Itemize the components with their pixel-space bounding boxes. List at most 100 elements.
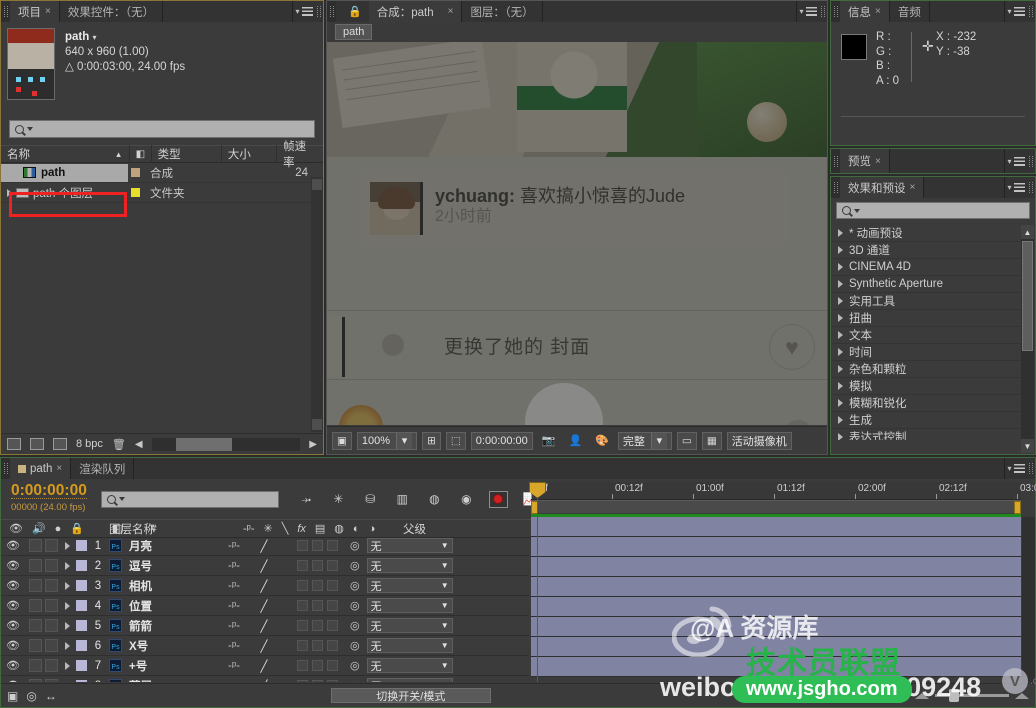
switch-box-2[interactable] [312, 540, 323, 551]
timeline-layer-row[interactable]: 👁5Ps箭箭-ᵖ-╱◎无▼ [1, 616, 529, 636]
parent-select[interactable]: 无▼ [367, 638, 453, 653]
preview-panel-menu-button[interactable]: ▾ [1005, 149, 1027, 173]
switch-box-3[interactable] [327, 540, 338, 551]
project-panel-menu-button[interactable]: ▾ [293, 1, 315, 22]
switch-box-2[interactable] [312, 620, 323, 631]
parent-pickwhip-icon[interactable]: ◎ [350, 579, 360, 592]
layer-duration-bar[interactable] [531, 517, 1021, 536]
layer-label-swatch[interactable] [76, 560, 87, 571]
shy-switch[interactable]: -ᵖ- [221, 620, 247, 632]
current-time-indicator[interactable] [537, 482, 538, 682]
new-comp-icon[interactable] [7, 438, 21, 450]
panel-grip-icon[interactable] [831, 149, 840, 173]
eye-icon[interactable]: 👁 [9, 522, 23, 535]
eye-icon[interactable]: 👁 [1, 579, 25, 592]
parent-pickwhip-icon[interactable]: ◎ [350, 599, 360, 612]
quality-switch[interactable]: ╱ [247, 639, 281, 653]
show-snapshot-icon[interactable]: 👤 [565, 432, 587, 450]
column-header-type[interactable]: 类型 [152, 145, 222, 163]
frame-blending-icon[interactable]: ▥ [393, 491, 412, 508]
panel-grip-icon[interactable] [831, 1, 840, 22]
layer-duration-bar[interactable] [531, 537, 1021, 556]
solo-toggle[interactable] [45, 579, 58, 592]
solo-toggle[interactable] [45, 539, 58, 552]
comp-flowchart-icon[interactable]: ◎ [26, 689, 36, 703]
eye-icon[interactable]: 👁 [1, 639, 25, 652]
effects-category-item[interactable]: 文本 [832, 327, 1021, 344]
timeline-layer-row[interactable]: 👁6PsX号-ᵖ-╱◎无▼ [1, 636, 529, 656]
timeline-work-area-bar[interactable] [531, 500, 1021, 513]
timeline-track-area[interactable] [531, 517, 1021, 682]
eye-icon[interactable]: 👁 [1, 679, 25, 682]
solo-icon[interactable]: ● [55, 523, 62, 535]
parent-pickwhip-icon[interactable]: ◎ [350, 539, 360, 552]
column-header-label-icon[interactable]: ◧ [130, 145, 152, 163]
timeline-ruler[interactable]: 00f00:12f01:00f01:12f02:00f02:12f03:0 [531, 482, 1021, 500]
chevron-right-icon[interactable] [65, 602, 70, 610]
column-header-size[interactable]: 大小 [222, 145, 277, 163]
new-footage-icon[interactable] [53, 438, 67, 450]
switch-box-2[interactable] [312, 600, 323, 611]
tab-composition-path[interactable]: 合成：path × [369, 1, 463, 22]
layer-label-swatch[interactable] [76, 640, 87, 651]
parent-select[interactable]: 无▼ [367, 578, 453, 593]
close-icon[interactable]: × [910, 182, 916, 193]
chevron-right-icon[interactable] [838, 433, 843, 440]
bit-depth-label[interactable]: 8 bpc [76, 438, 103, 450]
timeline-vertical-scrollbar[interactable] [1022, 517, 1035, 682]
quality-switch[interactable]: ╱ [247, 679, 281, 683]
switch-box-1[interactable] [297, 680, 308, 682]
composition-mini-flowchart-icon[interactable]: ⤞ [297, 491, 316, 508]
panel-grip-icon[interactable] [1, 458, 10, 479]
panel-right-grip[interactable] [1027, 458, 1035, 479]
audio-toggle[interactable] [29, 579, 42, 592]
effects-panel-menu-button[interactable]: ▾ [1005, 177, 1027, 198]
switch-box-1[interactable] [297, 640, 308, 651]
composition-viewer-canvas[interactable]: ychuang: 喜欢搞小惊喜的Jude 2小时前 更换了她的 封面 ♥ [327, 42, 827, 425]
shy-switch[interactable]: -ᵖ- [221, 540, 247, 552]
effects-vertical-scrollbar[interactable]: ▲ ▼ [1021, 225, 1034, 453]
parent-pickwhip-icon[interactable]: ◎ [350, 679, 360, 682]
shy-switch[interactable]: -ᵖ- [221, 680, 247, 683]
shy-switch[interactable]: -ᵖ- [221, 640, 247, 652]
chevron-right-icon[interactable] [65, 682, 70, 683]
timeline-layer-row[interactable]: 👁7Ps+号-ᵖ-╱◎无▼ [1, 656, 529, 676]
solo-toggle[interactable] [45, 599, 58, 612]
layer-name[interactable]: 位置 [129, 598, 221, 614]
solo-toggle[interactable] [45, 559, 58, 572]
parent-select[interactable]: 无▼ [367, 598, 453, 613]
solo-toggle[interactable] [45, 659, 58, 672]
switch-box-3[interactable] [327, 600, 338, 611]
timeline-track-row[interactable] [531, 617, 1021, 637]
panel-right-grip[interactable] [819, 1, 827, 22]
audio-toggle[interactable] [29, 599, 42, 612]
timeline-track-row[interactable] [531, 637, 1021, 657]
effects-category-item[interactable]: 模拟 [832, 378, 1021, 395]
project-horizontal-scrollbar[interactable] [152, 438, 301, 451]
switch-box-1[interactable] [297, 660, 308, 671]
chevron-down-icon[interactable] [438, 10, 444, 14]
switch-box-1[interactable] [297, 580, 308, 591]
parent-select[interactable]: 无▼ [367, 658, 453, 673]
effects-category-item[interactable]: 扭曲 [832, 310, 1021, 327]
project-search-input[interactable] [9, 120, 315, 138]
timeline-layer-row[interactable]: 👁2Ps逗号-ᵖ-╱◎无▼ [1, 556, 529, 576]
toggle-transparency-grid-icon[interactable]: ▣ [332, 432, 352, 450]
column-header-framerate[interactable]: 帧速率 [277, 145, 323, 163]
eye-icon[interactable]: 👁 [1, 559, 25, 572]
timeline-track-row[interactable] [531, 657, 1021, 677]
effects-category-item[interactable]: 实用工具 [832, 293, 1021, 310]
zoom-in-icon[interactable] [1015, 693, 1029, 699]
effects-category-item[interactable]: 时间 [832, 344, 1021, 361]
switch-box-1[interactable] [297, 540, 308, 551]
timeline-current-time[interactable]: 0:00:00:00 00000 (24.00 fps) [11, 483, 87, 515]
motion-path-icon[interactable]: ↔ [45, 689, 57, 703]
layer-name[interactable]: 相机 [129, 578, 221, 594]
quality-switch[interactable]: ╱ [247, 539, 281, 553]
tab-effect-controls[interactable]: 效果控件：（无） [60, 1, 163, 22]
effects-category-item[interactable]: 3D 通道 [832, 242, 1021, 259]
chevron-right-icon[interactable] [838, 365, 843, 373]
audio-toggle[interactable] [29, 619, 42, 632]
scroll-down-arrow-icon[interactable]: ▼ [1021, 439, 1034, 453]
channel-rgb-icon[interactable]: 🎨 [591, 432, 613, 450]
